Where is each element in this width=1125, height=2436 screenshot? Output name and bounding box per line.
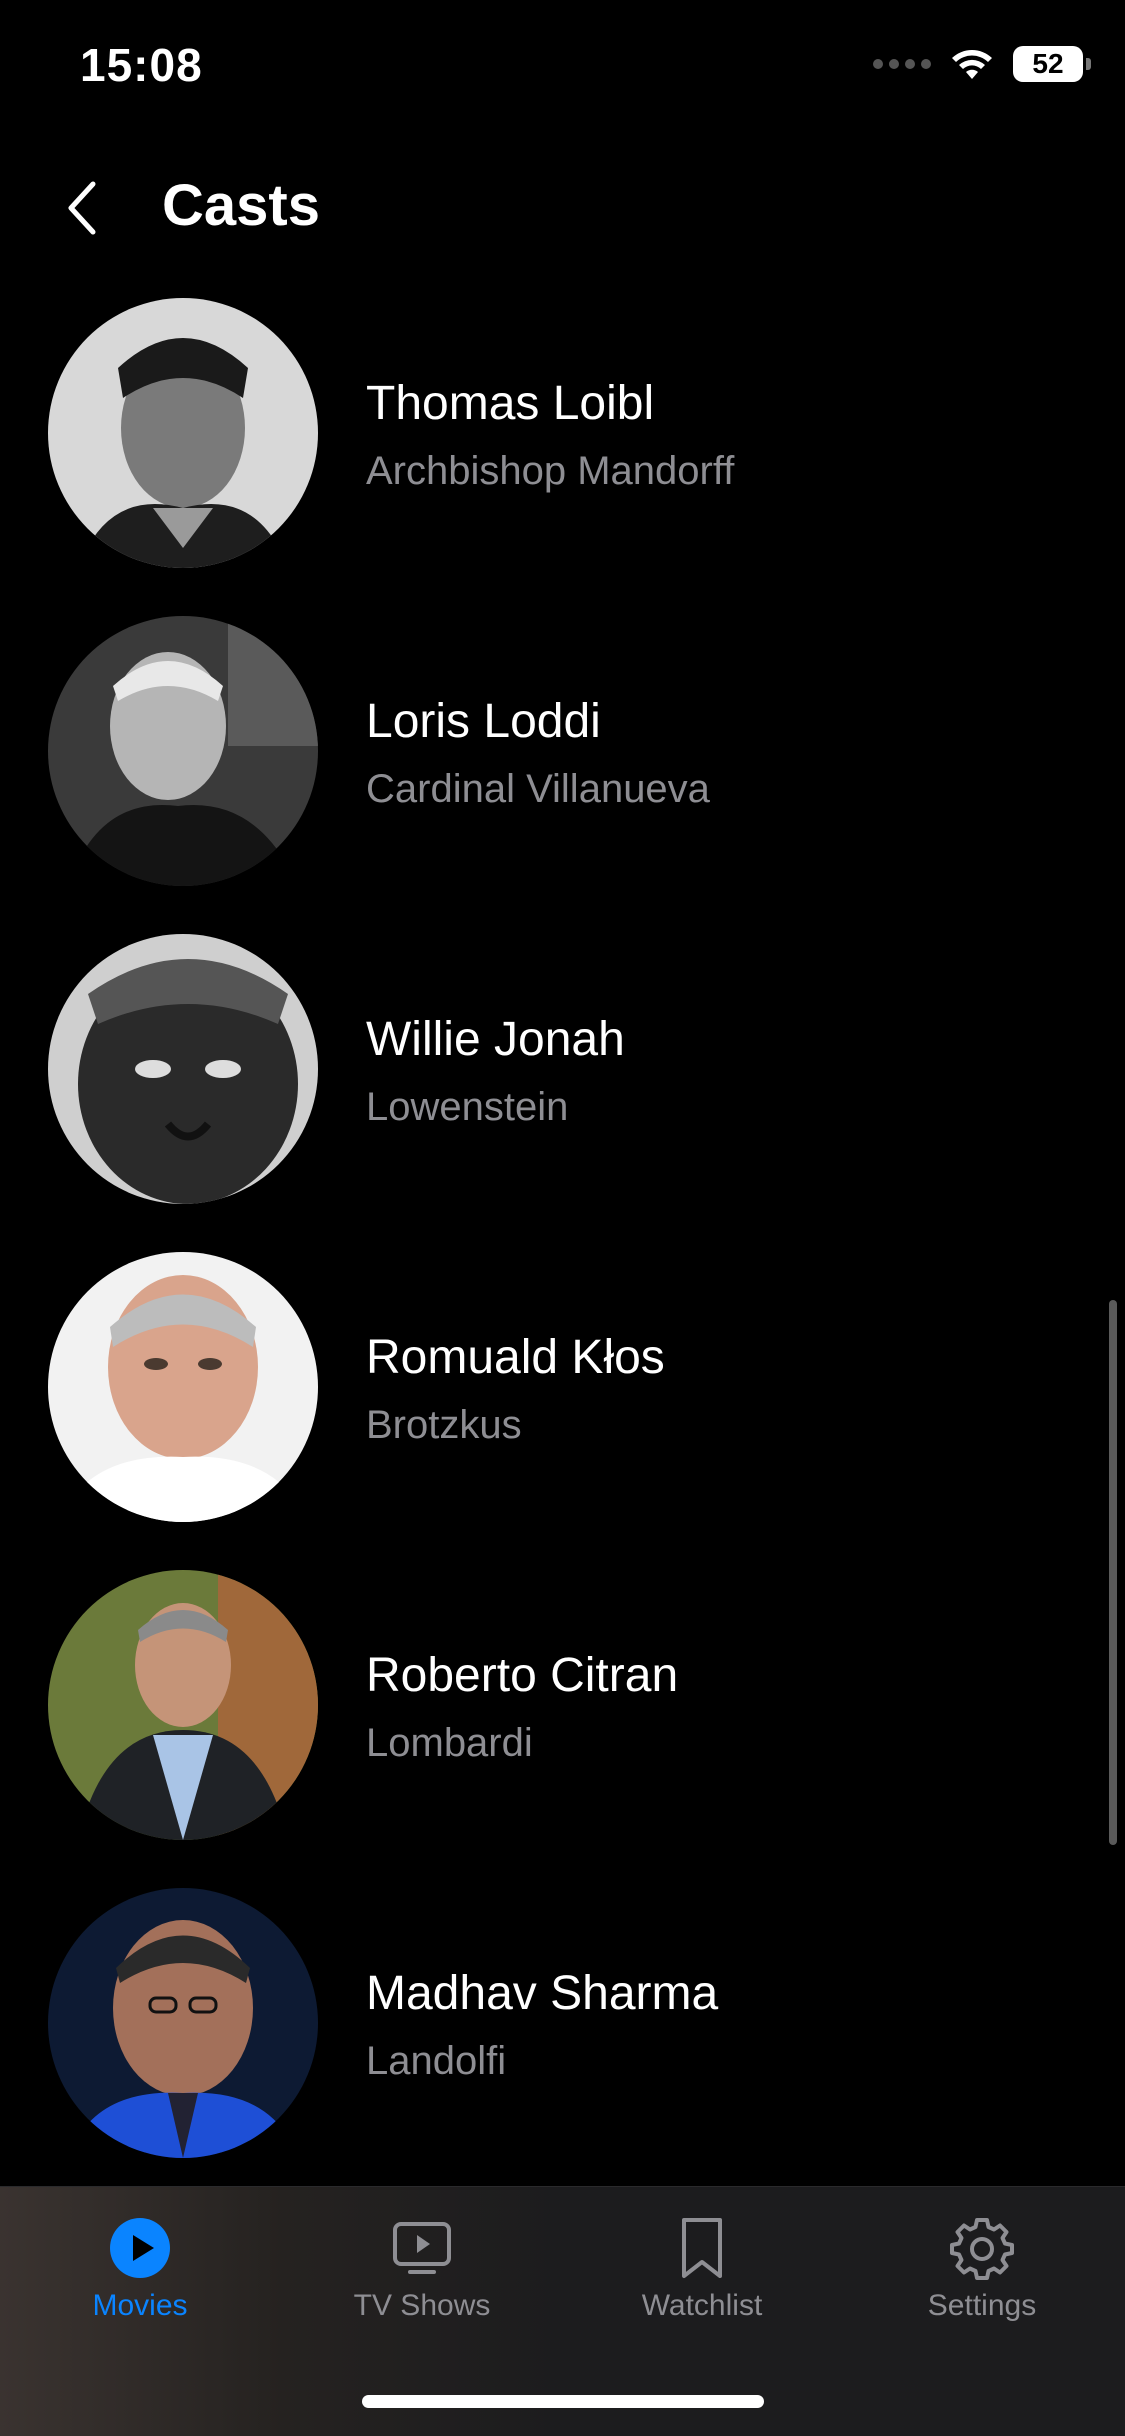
cellular-signal-icon	[873, 59, 931, 69]
cast-name: Loris Loddi	[366, 695, 601, 748]
cast-name: Romuald Kłos	[366, 1331, 665, 1384]
cast-info: Thomas Loibl Archbishop Mandorff	[366, 376, 734, 494]
home-indicator[interactable]	[362, 2395, 764, 2408]
avatar	[48, 1252, 318, 1522]
tab-label: Watchlist	[641, 2289, 763, 2322]
cast-name: Madhav Sharma	[366, 1967, 719, 2020]
cast-role: Lombardi	[366, 1721, 533, 1765]
cast-item[interactable]: Romuald Kłos Brotzkus	[0, 1252, 1125, 1570]
gear-icon	[949, 2215, 1015, 2281]
tv-play-icon	[389, 2215, 455, 2281]
cast-photo	[48, 1888, 318, 2158]
play-circle-icon	[107, 2215, 173, 2281]
cast-screen: 15:08 52 Casts Thomas Loibl Archbishop M…	[0, 0, 1125, 2436]
cast-item[interactable]: Willie Jonah Lowenstein	[0, 934, 1125, 1252]
battery-level: 52	[1032, 48, 1064, 79]
scrollbar[interactable]	[1109, 1300, 1117, 1845]
tab-movies[interactable]: Movies	[40, 2215, 240, 2335]
cast-item[interactable]: Roberto Citran Lombardi	[0, 1570, 1125, 1888]
bookmark-icon	[669, 2215, 735, 2281]
wifi-icon	[952, 50, 992, 79]
cast-photo	[48, 1252, 318, 1522]
tab-tv-shows[interactable]: TV Shows	[322, 2215, 522, 2335]
avatar	[48, 1570, 318, 1840]
status-time: 15:08	[80, 39, 203, 91]
cast-role: Brotzkus	[366, 1403, 522, 1447]
cast-info: Willie Jonah Lowenstein	[366, 1012, 625, 1130]
avatar	[48, 1888, 318, 2158]
cast-item[interactable]: Madhav Sharma Landolfi	[0, 1888, 1125, 2206]
cast-photo	[48, 934, 318, 1204]
avatar	[48, 298, 318, 568]
cast-role: Archbishop Mandorff	[366, 449, 735, 493]
cast-photo	[48, 1570, 318, 1840]
cast-list: Thomas Loibl Archbishop Mandorff Loris L…	[0, 298, 1125, 2206]
tab-label: TV Shows	[353, 2289, 491, 2322]
avatar	[48, 934, 318, 1204]
cast-name: Willie Jonah	[366, 1013, 625, 1066]
cast-photo	[48, 298, 318, 568]
tab-settings[interactable]: Settings	[882, 2215, 1082, 2335]
battery-icon: 52	[1013, 46, 1091, 82]
tab-label: Settings	[927, 2289, 1037, 2322]
cast-item[interactable]: Loris Loddi Cardinal Villanueva	[0, 616, 1125, 934]
cast-item[interactable]: Thomas Loibl Archbishop Mandorff	[0, 298, 1125, 616]
cast-photo	[48, 616, 318, 886]
cast-role: Lowenstein	[366, 1085, 569, 1129]
header: Casts	[0, 160, 1125, 260]
page-title: Casts	[162, 173, 320, 238]
cast-name: Thomas Loibl	[366, 377, 655, 430]
cast-info: Roberto Citran Lombardi	[366, 1648, 678, 1766]
cast-role: Cardinal Villanueva	[366, 767, 710, 811]
cast-info: Madhav Sharma Landolfi	[366, 1966, 718, 2084]
status-bar: 15:08 52	[0, 0, 1125, 130]
cast-info: Romuald Kłos Brotzkus	[366, 1330, 665, 1448]
tab-label: Movies	[92, 2289, 188, 2322]
status-indicators: 52	[873, 46, 1091, 82]
tab-watchlist[interactable]: Watchlist	[602, 2215, 802, 2335]
cast-role: Landolfi	[366, 2039, 507, 2083]
avatar	[48, 616, 318, 886]
cast-info: Loris Loddi Cardinal Villanueva	[366, 694, 710, 812]
chevron-left-icon	[68, 181, 96, 235]
cast-name: Roberto Citran	[366, 1649, 679, 1702]
back-button[interactable]	[52, 178, 112, 238]
